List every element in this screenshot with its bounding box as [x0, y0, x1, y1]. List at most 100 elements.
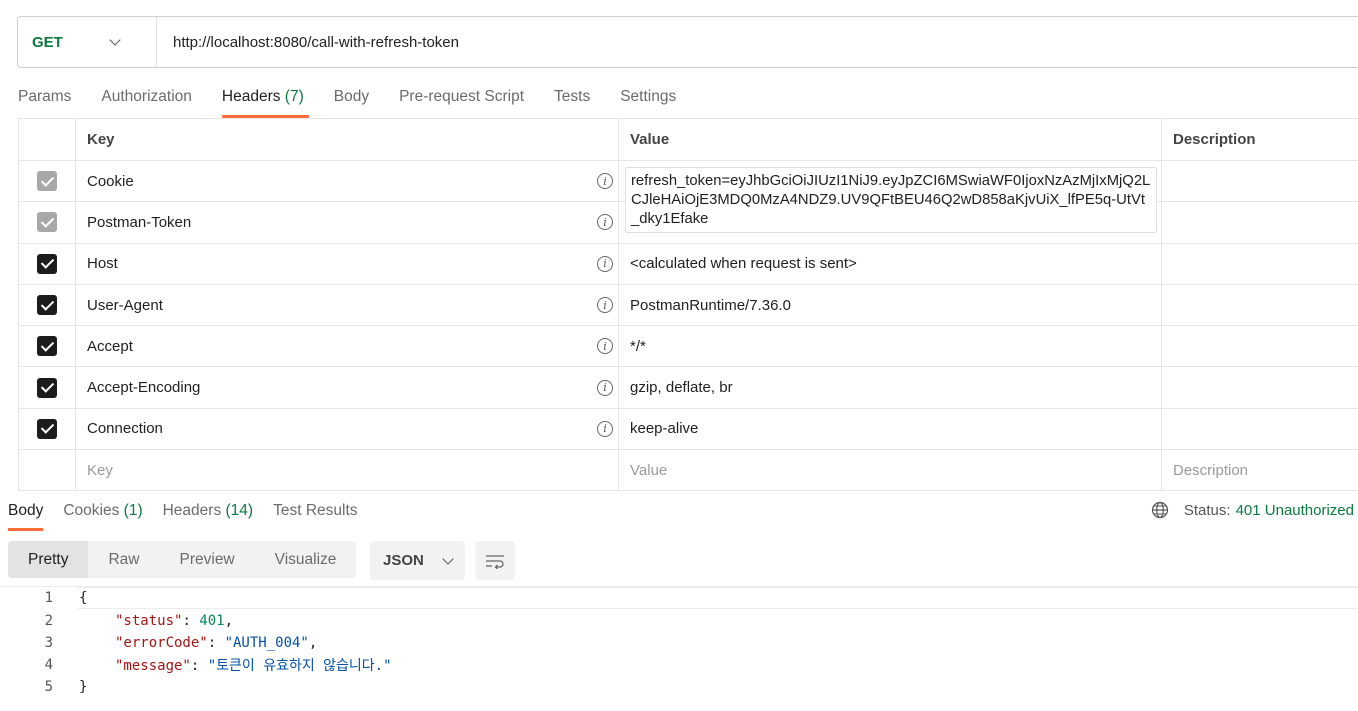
row-checkbox[interactable] — [37, 377, 57, 398]
cookie-value-field[interactable]: refresh_token=eyJhbGciOiJIUzI1NiJ9.eyJpZ… — [625, 167, 1157, 233]
column-header-value: Value — [619, 119, 1162, 160]
checkbox-cell — [19, 161, 76, 202]
tab-label: Test Results — [273, 502, 358, 519]
view-pretty[interactable]: Pretty — [8, 541, 89, 578]
code-text: { — [79, 590, 88, 606]
response-body-editor[interactable]: 1 { 2 "status": 401, 3 "errorCode": "AUT… — [0, 586, 1358, 711]
line-number: 1 — [44, 590, 53, 606]
value-cell[interactable]: */* — [619, 326, 1162, 367]
key-cell: User-Agent i — [76, 284, 619, 326]
url-input[interactable] — [157, 17, 1358, 67]
info-icon[interactable]: i — [597, 379, 613, 396]
status-value[interactable]: 401 Unauthorized — [1236, 502, 1354, 519]
response-tab-body[interactable]: Body — [8, 500, 44, 531]
description-cell[interactable] — [1162, 244, 1358, 284]
key-cell: Postman-Token i — [76, 202, 619, 243]
chevron-down-icon — [442, 552, 454, 565]
checkbox-cell — [19, 367, 76, 408]
header-value: PostmanRuntime/7.36.0 — [630, 296, 791, 314]
table-row: Cookie i refresh_token=eyJhbGciOiJIUzI1Ni… — [19, 161, 1358, 233]
checkbox-cell — [19, 202, 76, 243]
view-raw[interactable]: Raw — [88, 541, 159, 578]
description-cell[interactable] — [1162, 285, 1358, 325]
tab-label: Pre-request Script — [399, 88, 525, 105]
code-line: 4 "message": "토큰이 유효하지 않습니다." — [0, 654, 392, 676]
line-number: 2 — [44, 613, 53, 629]
checkbox-cell — [19, 284, 76, 326]
header-key: Postman-Token — [87, 213, 192, 231]
tab-settings[interactable]: Settings — [620, 86, 676, 118]
header-value: */* — [630, 337, 646, 355]
json-key: "message" — [115, 658, 191, 674]
row-checkbox[interactable] — [37, 295, 57, 316]
code-line: 1 { — [0, 587, 88, 609]
value-cell[interactable]: PostmanRuntime/7.36.0 — [619, 284, 1162, 326]
response-tab-cookies[interactable]: Cookies (1) — [63, 500, 142, 531]
tab-params[interactable]: Params — [18, 86, 71, 118]
description-cell[interactable] — [1162, 202, 1358, 242]
request-tabs: Params Authorization Headers (7) Body Pr… — [18, 86, 706, 118]
header-key: Host — [87, 255, 118, 273]
method-select[interactable]: GET — [18, 17, 157, 67]
value-cell[interactable]: keep-alive — [619, 408, 1162, 450]
description-cell[interactable] — [1162, 409, 1358, 449]
format-select[interactable]: JSON — [370, 541, 465, 580]
new-description-input[interactable]: Description — [1162, 450, 1358, 490]
tab-label: Body — [8, 502, 44, 519]
row-checkbox[interactable] — [37, 212, 57, 233]
tab-label: Tests — [554, 88, 591, 105]
info-icon[interactable]: i — [597, 297, 613, 314]
header-value: <calculated when request is sent> — [630, 255, 857, 273]
tab-headers[interactable]: Headers (7) — [221, 86, 309, 118]
key-cell: Host i — [76, 243, 619, 284]
info-icon[interactable]: i — [597, 173, 613, 190]
row-checkbox[interactable] — [37, 171, 57, 192]
table-row: Accept-Encoding i gzip, deflate, br — [19, 367, 1358, 409]
new-header-row: Key Value Description — [19, 450, 1358, 492]
info-icon[interactable]: i — [597, 338, 613, 355]
headers-table: Key Value Description Cookie i refresh_to… — [18, 118, 1358, 492]
view-visualize[interactable]: Visualize — [255, 541, 357, 578]
value-cell[interactable]: <calculated when request is sent> — [619, 243, 1162, 284]
tab-label: Headers — [162, 502, 222, 519]
tab-tests[interactable]: Tests — [554, 86, 590, 118]
info-icon[interactable]: i — [597, 255, 613, 272]
tab-count: (7) — [284, 88, 304, 105]
row-checkbox[interactable] — [37, 418, 57, 439]
checkbox-cell — [19, 243, 76, 284]
table-row: Accept i */* — [19, 326, 1358, 368]
view-preview[interactable]: Preview — [160, 541, 255, 578]
value-cell: refresh_token=eyJhbGciOiJIUzI1NiJ9.eyJpZ… — [619, 161, 1162, 233]
chevron-down-icon — [109, 34, 121, 46]
json-key: "errorCode" — [115, 635, 208, 651]
info-icon[interactable]: i — [597, 214, 613, 231]
description-cell[interactable] — [1162, 367, 1358, 407]
row-checkbox[interactable] — [37, 253, 57, 274]
info-icon[interactable]: i — [597, 420, 613, 437]
header-key: User-Agent — [87, 296, 163, 314]
tab-body[interactable]: Body — [334, 86, 369, 118]
response-tab-test-results[interactable]: Test Results — [273, 500, 357, 531]
view-mode-selector: Pretty Raw Preview Visualize — [8, 541, 357, 578]
key-cell: Accept-Encoding i — [76, 367, 619, 408]
header-key: Connection — [87, 420, 163, 438]
row-checkbox[interactable] — [37, 336, 57, 357]
json-key: "status" — [115, 613, 183, 629]
tab-authorization[interactable]: Authorization — [101, 86, 191, 118]
globe-icon[interactable] — [1151, 501, 1169, 519]
key-cell: Cookie i — [76, 161, 619, 202]
key-cell: Connection i — [76, 408, 619, 450]
tab-label: Settings — [620, 88, 677, 105]
tab-pre-request-script[interactable]: Pre-request Script — [399, 86, 524, 118]
response-tab-headers[interactable]: Headers (14) — [163, 500, 253, 531]
column-header-key: Key — [76, 119, 619, 160]
new-value-input[interactable]: Value — [619, 450, 1162, 491]
table-header-row: Key Value Description — [19, 119, 1358, 161]
tab-label: Params — [18, 88, 72, 105]
description-cell[interactable] — [1162, 326, 1358, 366]
description-cell[interactable] — [1162, 161, 1358, 201]
line-number: 3 — [44, 635, 53, 651]
wrap-lines-button[interactable] — [475, 541, 515, 580]
value-cell[interactable]: gzip, deflate, br — [619, 367, 1162, 408]
new-key-input[interactable]: Key — [76, 450, 619, 491]
